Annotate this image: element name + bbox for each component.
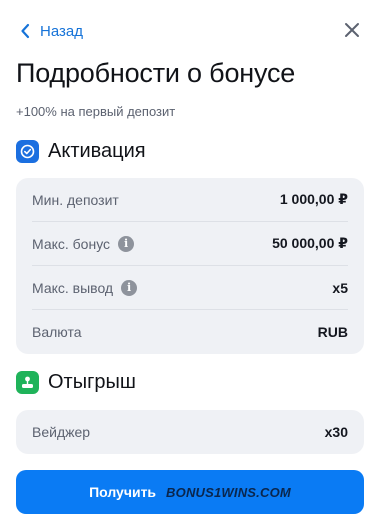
wagering-title: Отыгрыш [48, 370, 136, 393]
activation-card: Мин. депозит 1 000,00 ₽ Макс. бонус i 50… [16, 178, 364, 354]
joystick-icon [16, 370, 39, 394]
check-badge-icon [16, 139, 39, 163]
min-deposit-label: Мин. депозит [32, 191, 119, 208]
top-bar: Назад [0, 0, 379, 60]
info-icon[interactable]: i [121, 279, 138, 296]
page-title: Подробности о бонусе [16, 58, 296, 88]
max-withdrawal-value: x5 [332, 279, 348, 296]
get-bonus-button[interactable]: Получить BONUS1WINS.COM [16, 470, 364, 514]
bonus-subtitle: +100% на первый депозит [16, 104, 176, 119]
max-bonus-value: 50 000,00 ₽ [272, 235, 348, 251]
table-row: Мин. депозит 1 000,00 ₽ [32, 178, 348, 222]
close-icon [343, 23, 361, 43]
wagering-heading: Отыгрыш [16, 370, 136, 394]
wager-label: Вейджер [32, 424, 91, 440]
activation-heading: Активация [16, 139, 146, 163]
chevron-left-icon [20, 23, 30, 39]
close-button[interactable] [343, 21, 361, 39]
table-row: Макс. вывод i x5 [32, 266, 348, 310]
currency-value: RUB [317, 324, 348, 340]
back-label: Назад [40, 22, 83, 40]
get-bonus-label: Получить [89, 484, 157, 500]
back-button[interactable]: Назад [20, 20, 83, 42]
wager-value: x30 [324, 424, 348, 440]
currency-label: Валюта [32, 324, 82, 340]
max-bonus-label: Макс. бонус [32, 235, 111, 252]
max-withdrawal-label: Макс. вывод [32, 279, 114, 296]
watermark: BONUS1WINS.COM [166, 484, 291, 500]
activation-title: Активация [48, 139, 146, 162]
info-icon[interactable]: i [118, 235, 135, 252]
min-deposit-value: 1 000,00 ₽ [279, 191, 348, 207]
table-row: Вейджер x30 [32, 410, 348, 454]
wagering-card: Вейджер x30 [16, 410, 364, 454]
table-row: Макс. бонус i 50 000,00 ₽ [32, 222, 348, 266]
table-row: Валюта RUB [32, 310, 348, 354]
